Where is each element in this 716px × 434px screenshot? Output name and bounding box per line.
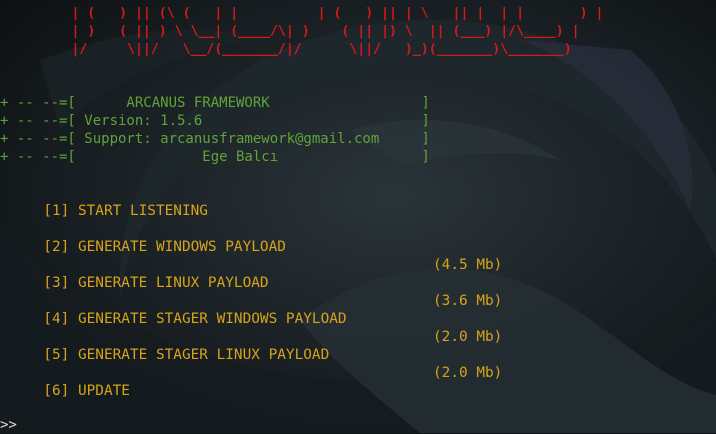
menu-item-start-listening: [1] START LISTENING bbox=[0, 184, 208, 219]
info-author: + -- --=[ Ege Balcı ] bbox=[0, 149, 430, 165]
info-support-email: + -- --=[ Support: arcanusframework@gmai… bbox=[0, 131, 430, 147]
ascii-banner-line-3: |/ \||/ \__/(_______/|/ \||/ )_)(_______… bbox=[0, 42, 572, 57]
payload-size: (2.0 Mb) bbox=[433, 365, 503, 381]
menu-item-label: [2] GENERATE WINDOWS PAYLOAD bbox=[34, 239, 286, 255]
terminal-window: | ( ) || (\ ( | | | ( ) || | \ || | | | … bbox=[0, 0, 716, 433]
menu-item-generate-windows-payload: [2] GENERATE WINDOWS PAYLOAD (4.5 Mb) bbox=[0, 220, 502, 273]
payload-size: (2.0 Mb) bbox=[433, 329, 503, 345]
info-version: + -- --=[ Version: 1.5.6 ] bbox=[0, 113, 430, 129]
payload-size: (4.5 Mb) bbox=[433, 257, 503, 273]
info-framework-title: + -- --=[ ARCANUS FRAMEWORK ] bbox=[0, 95, 430, 111]
menu-item-generate-stager-windows-payload: [4] GENERATE STAGER WINDOWS PAYLOAD (2.0… bbox=[0, 292, 502, 345]
menu-item-label: [4] GENERATE STAGER WINDOWS PAYLOAD bbox=[34, 311, 347, 327]
menu-item-label: [3] GENERATE LINUX PAYLOAD bbox=[34, 275, 269, 291]
menu-item-label: [1] START LISTENING bbox=[34, 203, 208, 219]
ascii-banner-line-1: | ( ) || (\ ( | | | ( ) || | \ || | | | … bbox=[0, 6, 604, 21]
menu-item-label: [6] UPDATE bbox=[34, 383, 130, 399]
payload-size: (3.6 Mb) bbox=[433, 293, 503, 309]
menu-item-label: [5] GENERATE STAGER LINUX PAYLOAD bbox=[34, 347, 330, 363]
ascii-banner-line-2: | ) ( || ) \ \__| (____/\| ) ( || |) \ |… bbox=[0, 24, 580, 39]
menu-item-generate-stager-linux-payload: [5] GENERATE STAGER LINUX PAYLOAD (2.0 M… bbox=[0, 328, 502, 381]
menu-item-generate-linux-payload: [3] GENERATE LINUX PAYLOAD (3.6 Mb) bbox=[0, 256, 502, 309]
command-prompt[interactable]: >> bbox=[0, 416, 17, 434]
menu-item-update: [6] UPDATE bbox=[0, 364, 130, 399]
